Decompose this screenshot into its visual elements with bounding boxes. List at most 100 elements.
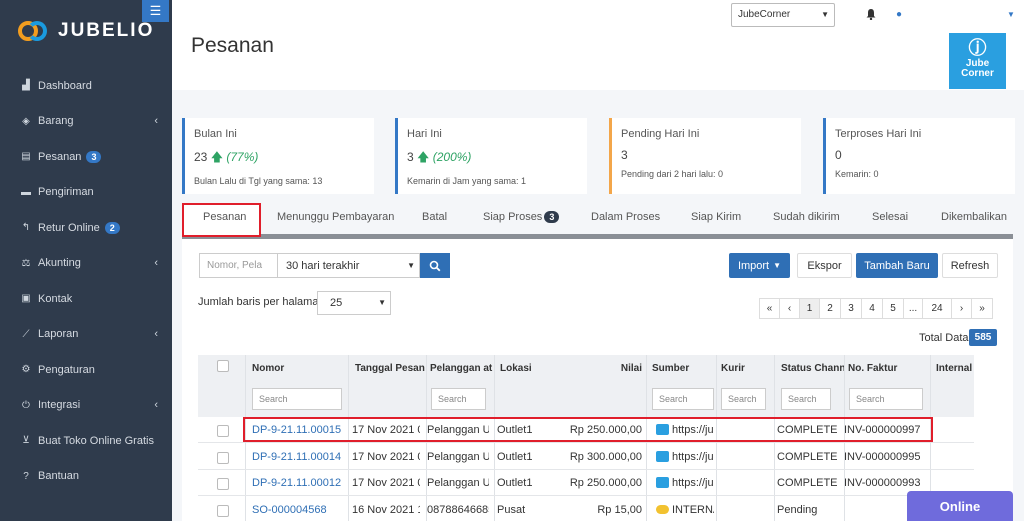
page-link[interactable]: 1: [799, 298, 820, 319]
sidebar-item-bantuan[interactable]: ? Bantuan: [0, 459, 172, 495]
tab-batal[interactable]: Batal: [422, 211, 447, 223]
sidebar-item-label: Akunting: [38, 257, 81, 270]
monitor-icon: [656, 477, 669, 488]
search-input[interactable]: Nomor, Pela: [199, 253, 277, 278]
tab-siap-kirim[interactable]: Siap Kirim: [691, 211, 741, 223]
column-header[interactable]: Nilai: [553, 363, 642, 374]
table-row[interactable]: DP-9-21.11.00014 17 Nov 2021 0€ Pelanggan …: [198, 444, 974, 470]
caret-down-icon: ▼: [773, 261, 782, 270]
order-number-link[interactable]: SO-000004568: [252, 504, 348, 516]
online-chat-button[interactable]: Online: [907, 491, 1013, 521]
sidebar-item-pengaturan[interactable]: ⚙ Pengaturan: [0, 352, 172, 388]
page-link[interactable]: ...: [903, 298, 923, 319]
stat-title: Pending Hari Ini: [621, 128, 700, 140]
stat-title: Hari Ini: [407, 128, 442, 140]
sidebar-item-barang[interactable]: ◈ Barang ‹: [0, 104, 172, 140]
page-link[interactable]: 3: [840, 298, 862, 319]
page-link[interactable]: ›: [951, 298, 972, 319]
column-header[interactable]: Lokasi: [500, 363, 550, 374]
sidebar-item-label: Pengaturan: [38, 363, 95, 376]
sidebar-item-buat-toko-online-gratis[interactable]: ⊻ Buat Toko Online Gratis: [0, 423, 172, 459]
page-link[interactable]: 4: [861, 298, 883, 319]
sidebar-item-label: Kontak: [38, 292, 73, 305]
tab-pesanan[interactable]: Pesanan: [203, 211, 246, 223]
stat-subtitle: Kemarin: 0: [835, 169, 879, 179]
column-search-input[interactable]: Search: [721, 388, 766, 410]
column-header[interactable]: Pelanggan at: [430, 363, 496, 374]
cell-value: Rp 250.000,00: [569, 477, 642, 489]
chevron-left-icon: ‹: [154, 115, 158, 128]
column-header[interactable]: No. Faktur: [848, 363, 932, 374]
row-checkbox[interactable]: [217, 451, 229, 464]
sidebar-item-retur-online[interactable]: ↰ Retur Online 2: [0, 210, 172, 246]
page-link[interactable]: »: [971, 298, 993, 319]
import-button[interactable]: Import ▼: [729, 253, 790, 278]
column-header[interactable]: Status Chann: [781, 363, 845, 374]
arrow-up-icon: 🡅: [417, 150, 430, 164]
column-search-input[interactable]: Search: [252, 388, 342, 410]
column-header[interactable]: Kurir: [721, 363, 776, 374]
bell-icon[interactable]: [865, 8, 877, 20]
rows-per-page-select[interactable]: 25 ▼: [317, 291, 391, 315]
column-search-input[interactable]: Search: [849, 388, 923, 410]
column-search-input[interactable]: Search: [431, 388, 486, 410]
user-menu-caret-icon[interactable]: ▼: [1007, 10, 1015, 19]
column-header[interactable]: Sumber: [652, 363, 714, 374]
jubelio-logo-icon: [18, 19, 50, 43]
row-checkbox[interactable]: [217, 504, 229, 517]
sidebar-item-dashboard[interactable]: ▟ Dashboard: [0, 68, 172, 104]
page-link[interactable]: 5: [882, 298, 904, 319]
tab-label: Dalam Proses: [591, 211, 661, 223]
store-select[interactable]: JubeCorner ▼: [731, 3, 835, 27]
sidebar-item-laporan[interactable]: ⟋ Laporan ‹: [0, 317, 172, 353]
period-select[interactable]: 30 hari terakhir ▼: [277, 253, 420, 278]
tab-menunggu-pembayaran[interactable]: Menunggu Pembayaran: [277, 211, 394, 223]
sidebar-item-akunting[interactable]: ⚖ Akunting ‹: [0, 246, 172, 282]
tab-selesai[interactable]: Selesai: [872, 211, 908, 223]
page-link[interactable]: 2: [819, 298, 841, 319]
user-icon[interactable]: ●: [896, 9, 902, 20]
sidebar-item-pengiriman[interactable]: ▬ Pengiriman: [0, 175, 172, 211]
sidebar-item-label: Laporan: [38, 328, 79, 341]
tab-dalam-proses[interactable]: Dalam Proses: [591, 211, 660, 223]
stat-subtitle: Kemarin di Jam yang sama: 1: [407, 176, 527, 186]
select-all-checkbox[interactable]: [217, 360, 229, 372]
count-badge: 3: [544, 211, 560, 223]
sidebar-item-label: Pengiriman: [38, 186, 94, 199]
row-checkbox[interactable]: [217, 425, 229, 437]
add-new-button[interactable]: Tambah Baru: [856, 253, 938, 278]
menu-toggle-button[interactable]: ☰: [142, 0, 169, 22]
table-row[interactable]: DP-9-21.11.00012 17 Nov 2021 0€ Pelanggan …: [198, 470, 974, 496]
page-link[interactable]: ‹: [779, 298, 800, 319]
stat-value: 23: [194, 150, 208, 164]
sidebar-item-kontak[interactable]: ▣ Kontak: [0, 281, 172, 317]
page-link[interactable]: 24: [922, 298, 952, 319]
page-link[interactable]: «: [759, 298, 780, 319]
stat-title: Bulan Ini: [194, 128, 237, 140]
search-button[interactable]: [420, 253, 450, 278]
order-number-link[interactable]: DP-9-21.11.00012: [252, 477, 348, 489]
stat-value-row: 3 🡅 (200%): [407, 148, 578, 169]
sidebar-item-pesanan[interactable]: ▤ Pesanan 3: [0, 139, 172, 175]
rows-per-page-label: Jumlah baris per halaman: [198, 296, 325, 308]
refresh-button[interactable]: Refresh: [942, 253, 998, 278]
row-checkbox[interactable]: [217, 478, 229, 490]
cogs-icon: ⚙: [21, 364, 31, 376]
tab-siap-proses[interactable]: Siap Proses 3: [483, 211, 560, 223]
sidebar-item-label: Dashboard: [38, 79, 92, 92]
store-brand-name: Jube Corner: [961, 58, 994, 79]
column-header[interactable]: Tanggal Pesan: [355, 363, 427, 374]
stat-card: Terproses Hari Ini 0 Kemarin: 0: [823, 118, 1015, 194]
table-row[interactable]: SO-000004568 16 Nov 2021 13 08788646685 Pus…: [198, 497, 974, 521]
tab-sudah-dikirim[interactable]: Sudah dikirim: [773, 211, 840, 223]
tab-dikembalikan[interactable]: Dikembalikan: [941, 211, 1007, 223]
sidebar-item-integrasi[interactable]: ⏻ Integrasi ‹: [0, 388, 172, 424]
column-search-input[interactable]: Search: [652, 388, 714, 410]
order-number-link[interactable]: DP-9-21.11.00014: [252, 451, 348, 463]
tab-label: Batal: [422, 211, 448, 223]
column-header[interactable]: Internal: [936, 363, 976, 374]
column-header[interactable]: Nomor: [252, 363, 352, 374]
cell-pelanggan: Pelanggan Um: [427, 477, 489, 489]
column-search-input[interactable]: Search: [781, 388, 831, 410]
export-button[interactable]: Ekspor: [797, 253, 852, 278]
